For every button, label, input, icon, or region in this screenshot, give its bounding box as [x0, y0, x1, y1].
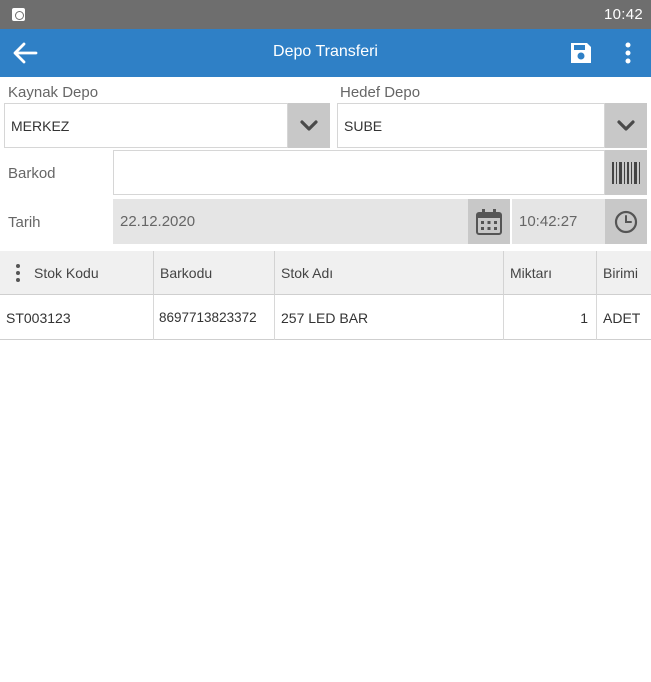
barcode-icon [612, 161, 640, 184]
time-picker-button[interactable] [605, 199, 647, 244]
barcode-input[interactable] [113, 150, 605, 195]
column-header-label: Stok Adı [281, 265, 334, 281]
column-header-label: Birimi [603, 265, 638, 281]
clock-icon [614, 210, 638, 233]
barcode-scan-button[interactable] [605, 150, 647, 195]
time-value: 10:42:27 [519, 213, 578, 230]
target-depot-select[interactable]: SUBE [337, 103, 605, 148]
calendar-icon [476, 208, 502, 235]
source-depot-select[interactable]: MERKEZ [4, 103, 288, 148]
grid-column-unit[interactable]: Birimi [597, 251, 651, 295]
grid-column-stock-name[interactable]: Stok Adı [275, 251, 504, 295]
save-button[interactable] [568, 41, 594, 65]
status-clock: 10:42 [603, 6, 643, 23]
overflow-menu-button[interactable] [618, 41, 638, 65]
date-field[interactable]: 22.12.2020 [113, 199, 468, 244]
target-depot-dropdown-button[interactable] [605, 103, 647, 148]
column-header-label: Barkodu [160, 265, 213, 281]
cell-barcode: 8697713823372 [154, 295, 275, 340]
date-label: Tarih [8, 214, 41, 231]
page-title: Depo Transferi [273, 43, 378, 60]
cell-stock-code: ST003123 [0, 295, 154, 340]
chevron-down-icon [300, 119, 318, 131]
status-bar: 10:42 [0, 0, 651, 29]
column-header-label: Stok Kodu [34, 265, 99, 281]
grid-column-stock-code[interactable]: Stok Kodu [0, 251, 154, 295]
barcode-label: Barkod [8, 165, 56, 182]
target-depot-value: SUBE [344, 117, 383, 134]
date-picker-button[interactable] [468, 199, 510, 244]
source-depot-dropdown-button[interactable] [288, 103, 330, 148]
column-header-label: Miktarı [510, 265, 552, 281]
source-depot-label: Kaynak Depo [8, 84, 99, 101]
save-icon [571, 43, 591, 63]
app-toolbar: Depo Transferi [0, 29, 651, 77]
more-vertical-icon[interactable] [14, 262, 22, 284]
grid-header: Stok Kodu Barkodu Stok Adı Miktarı Birim… [0, 251, 651, 295]
date-value: 22.12.2020 [120, 213, 196, 230]
grid-column-quantity[interactable]: Miktarı [504, 251, 597, 295]
target-depot-label: Hedef Depo [340, 84, 421, 101]
cell-quantity: 1 [504, 295, 597, 340]
table-row[interactable]: ST003123 8697713823372 257 LED BAR 1 ADE… [0, 295, 651, 340]
source-depot-value: MERKEZ [11, 117, 70, 134]
app-notification-icon [12, 8, 25, 21]
grid-column-barcode[interactable]: Barkodu [154, 251, 275, 295]
time-field[interactable]: 10:42:27 [512, 199, 605, 244]
more-vertical-icon [625, 42, 631, 64]
chevron-down-icon [617, 119, 635, 131]
cell-stock-name: 257 LED BAR [275, 295, 504, 340]
cell-unit: ADET [603, 309, 641, 326]
